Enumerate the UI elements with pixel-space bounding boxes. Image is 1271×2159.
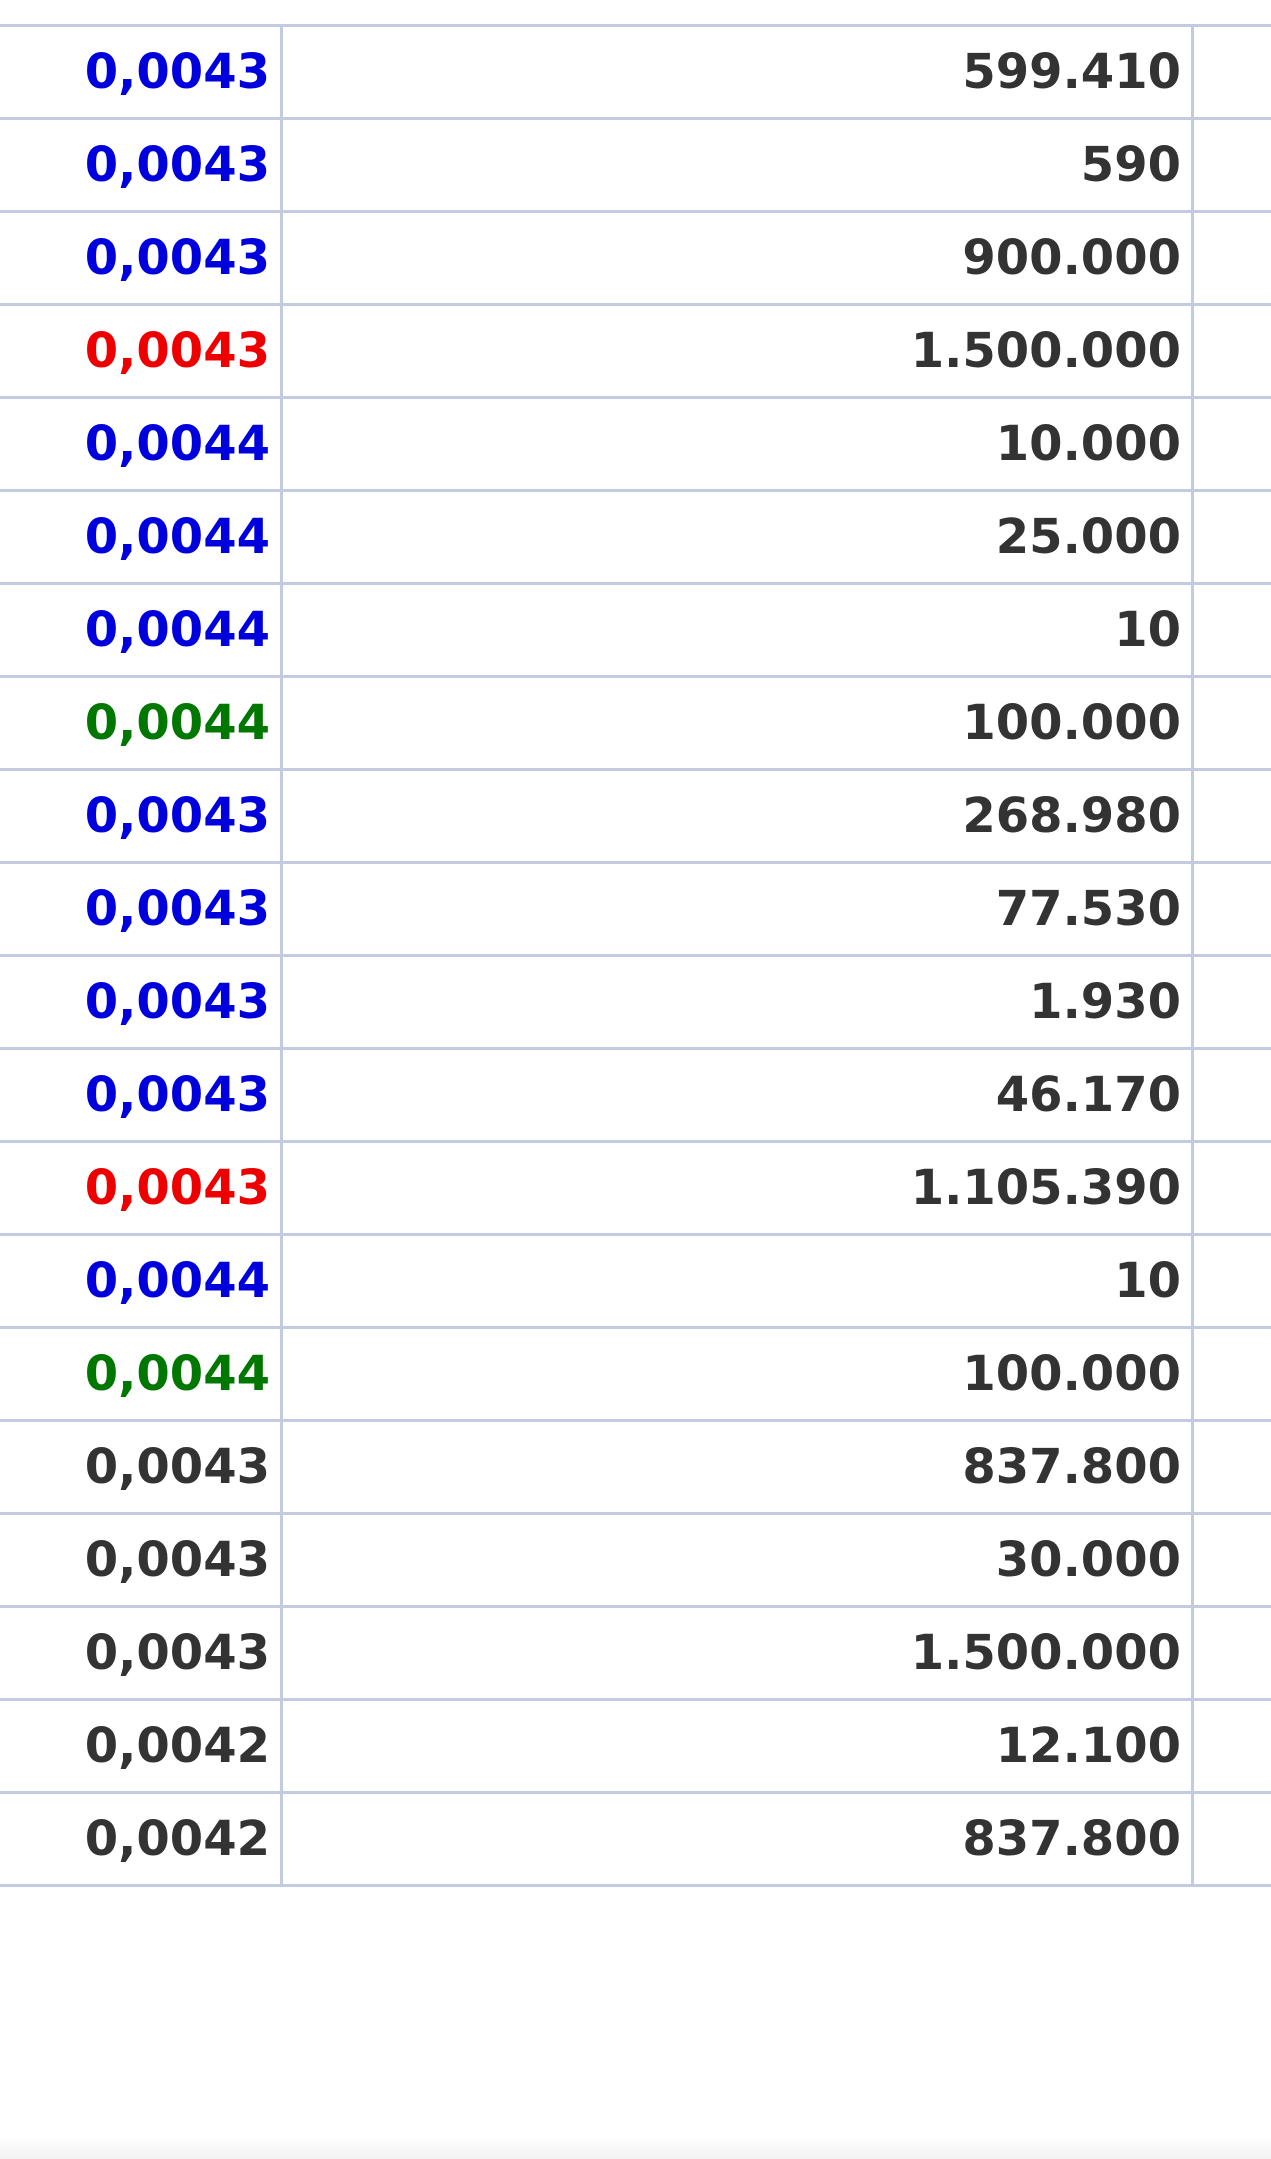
price-cell: 0,0043 [0,303,283,399]
trade-history-table: 0,0043 599.410 0,0043 590 0,0043 900.000 0,004… [0,24,1271,1887]
cropped-next-column-cell [1192,117,1271,213]
price-cell: 0,0042 [0,1698,283,1794]
trade-table-body: 0,0043 599.410 0,0043 590 0,0043 900.000 0,004… [0,24,1271,1887]
cropped-next-column-cell [1192,210,1271,306]
price-cell: 0,0043 [0,1047,283,1143]
cropped-next-column-cell [1192,1419,1271,1515]
table-row[interactable]: 0,0044 10.000 [0,396,1271,492]
table-row[interactable]: 0,0042 12.100 [0,1698,1271,1794]
cropped-next-column-cell [1192,954,1271,1050]
cropped-next-column-cell [1192,861,1271,957]
cropped-next-column-cell [1192,396,1271,492]
volume-cell: 25.000 [281,489,1194,585]
price-cell: 0,0043 [0,210,283,306]
cropped-next-column-cell [1192,489,1271,585]
table-top-gap [0,0,1271,24]
volume-cell: 100.000 [281,675,1194,771]
cropped-next-column-cell [1192,1605,1271,1701]
table-row[interactable]: 0,0043 590 [0,117,1271,213]
price-cell: 0,0043 [0,954,283,1050]
cropped-next-column-cell [1192,675,1271,771]
price-cell: 0,0043 [0,1512,283,1608]
price-cell: 0,0044 [0,675,283,771]
table-row[interactable]: 0,0043 1.105.390 [0,1140,1271,1236]
table-row[interactable]: 0,0043 900.000 [0,210,1271,306]
volume-cell: 590 [281,117,1194,213]
table-row[interactable]: 0,0043 1.930 [0,954,1271,1050]
table-row[interactable]: 0,0043 46.170 [0,1047,1271,1143]
price-cell: 0,0044 [0,1326,283,1422]
price-cell: 0,0043 [0,24,283,120]
cropped-next-column-cell [1192,24,1271,120]
table-row[interactable]: 0,0043 1.500.000 [0,303,1271,399]
table-row[interactable]: 0,0043 599.410 [0,24,1271,120]
table-row[interactable]: 0,0043 1.500.000 [0,1605,1271,1701]
volume-cell: 10.000 [281,396,1194,492]
volume-cell: 100.000 [281,1326,1194,1422]
price-cell: 0,0044 [0,396,283,492]
volume-cell: 12.100 [281,1698,1194,1794]
price-cell: 0,0043 [0,1419,283,1515]
table-row[interactable]: 0,0043 837.800 [0,1419,1271,1515]
volume-cell: 1.500.000 [281,303,1194,399]
price-cell: 0,0043 [0,117,283,213]
cropped-next-column-cell [1192,1791,1271,1887]
price-cell: 0,0043 [0,768,283,864]
table-row[interactable]: 0,0043 77.530 [0,861,1271,957]
price-cell: 0,0043 [0,861,283,957]
table-row[interactable]: 0,0044 10 [0,1233,1271,1329]
price-cell: 0,0044 [0,582,283,678]
volume-cell: 900.000 [281,210,1194,306]
cropped-next-column-cell [1192,582,1271,678]
cropped-next-column-cell [1192,1698,1271,1794]
price-cell: 0,0043 [0,1140,283,1236]
cropped-next-column-cell [1192,1512,1271,1608]
cropped-next-column-cell [1192,303,1271,399]
table-row[interactable]: 0,0043 268.980 [0,768,1271,864]
price-cell: 0,0044 [0,489,283,585]
table-row[interactable]: 0,0044 10 [0,582,1271,678]
volume-cell: 46.170 [281,1047,1194,1143]
volume-cell: 10 [281,1233,1194,1329]
table-row[interactable]: 0,0044 100.000 [0,675,1271,771]
volume-cell: 837.800 [281,1419,1194,1515]
volume-cell: 1.930 [281,954,1194,1050]
cropped-next-column-cell [1192,1326,1271,1422]
bottom-scroll-edge [0,2137,1271,2159]
trade-table-container: 0,0043 599.410 0,0043 590 0,0043 900.000 0,004… [0,0,1271,1887]
volume-cell: 837.800 [281,1791,1194,1887]
price-cell: 0,0044 [0,1233,283,1329]
table-row[interactable]: 0,0043 30.000 [0,1512,1271,1608]
table-row[interactable]: 0,0042 837.800 [0,1791,1271,1887]
price-cell: 0,0043 [0,1605,283,1701]
volume-cell: 30.000 [281,1512,1194,1608]
table-row[interactable]: 0,0044 100.000 [0,1326,1271,1422]
price-cell: 0,0042 [0,1791,283,1887]
volume-cell: 1.500.000 [281,1605,1194,1701]
volume-cell: 268.980 [281,768,1194,864]
volume-cell: 1.105.390 [281,1140,1194,1236]
volume-cell: 77.530 [281,861,1194,957]
cropped-next-column-cell [1192,768,1271,864]
cropped-next-column-cell [1192,1140,1271,1236]
volume-cell: 10 [281,582,1194,678]
table-row[interactable]: 0,0044 25.000 [0,489,1271,585]
volume-cell: 599.410 [281,24,1194,120]
cropped-next-column-cell [1192,1047,1271,1143]
cropped-next-column-cell [1192,1233,1271,1329]
